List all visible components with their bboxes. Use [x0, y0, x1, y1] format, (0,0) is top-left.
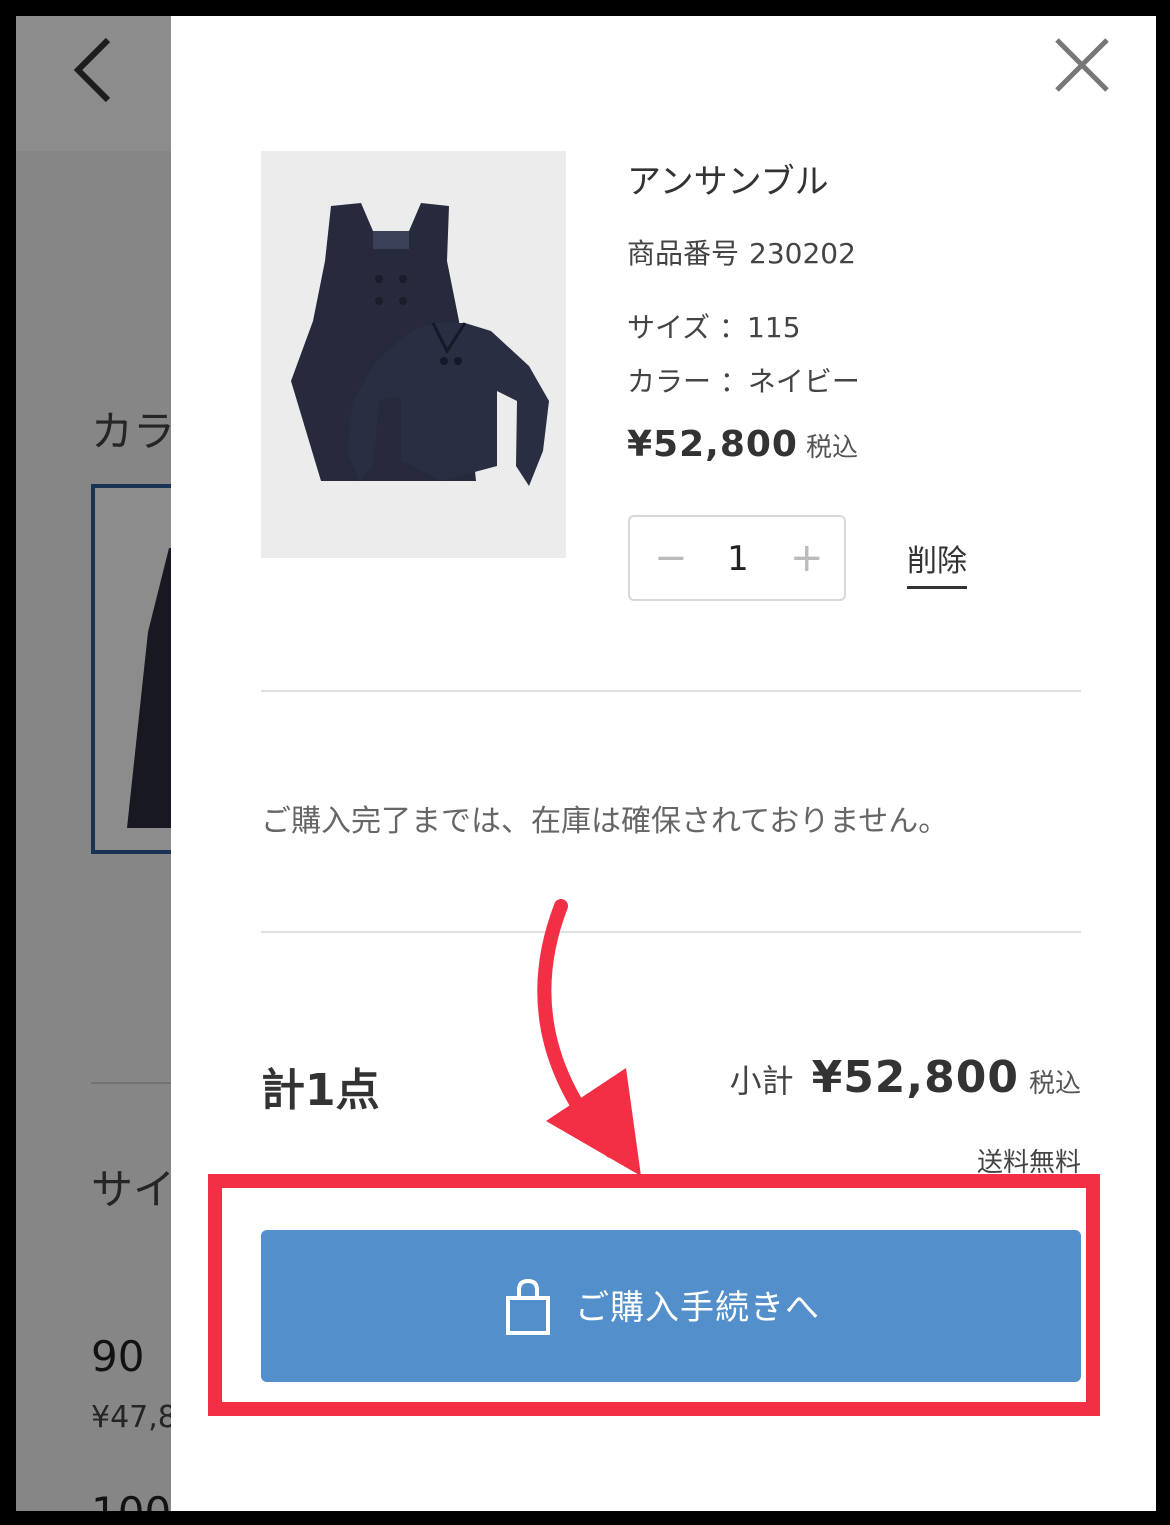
quantity-stepper: − 1 + — [628, 515, 846, 601]
product-code-label: 商品番号 — [627, 237, 740, 270]
annotation-highlight-box — [208, 1174, 1100, 1416]
close-icon[interactable] — [1051, 34, 1113, 96]
product-price-tax: 税込 — [805, 433, 858, 463]
product-size: サイズ ：115 — [627, 311, 801, 344]
subtotal-amount: ¥52,800 — [811, 1052, 1019, 1103]
product-code: 商品番号 230202 — [627, 232, 856, 272]
quantity-increase-button[interactable]: + — [790, 535, 824, 581]
subtotal-tax: 税込 — [1028, 1069, 1081, 1099]
subtotal: 小計 ¥52,800 税込 — [730, 1052, 1081, 1103]
product-price: ¥52,800 税込 — [627, 424, 858, 465]
product-image — [261, 151, 566, 558]
subtotal-label: 小計 — [729, 1062, 794, 1100]
total-item-count: 計1点 — [261, 1065, 380, 1116]
product-price-amount: ¥52,800 — [627, 424, 798, 465]
product-color: カラー ：ネイビー — [627, 365, 860, 398]
annotation-arrow-icon — [537, 899, 641, 1176]
delete-link[interactable]: 削除 — [907, 536, 967, 589]
stock-notice: ご購入完了までは、在庫は確保されておりません。 — [261, 804, 949, 839]
product-name: アンサンブル — [627, 162, 829, 202]
ensemble-illustration — [261, 151, 566, 558]
divider — [261, 690, 1081, 692]
product-code-value: 230202 — [749, 237, 856, 270]
